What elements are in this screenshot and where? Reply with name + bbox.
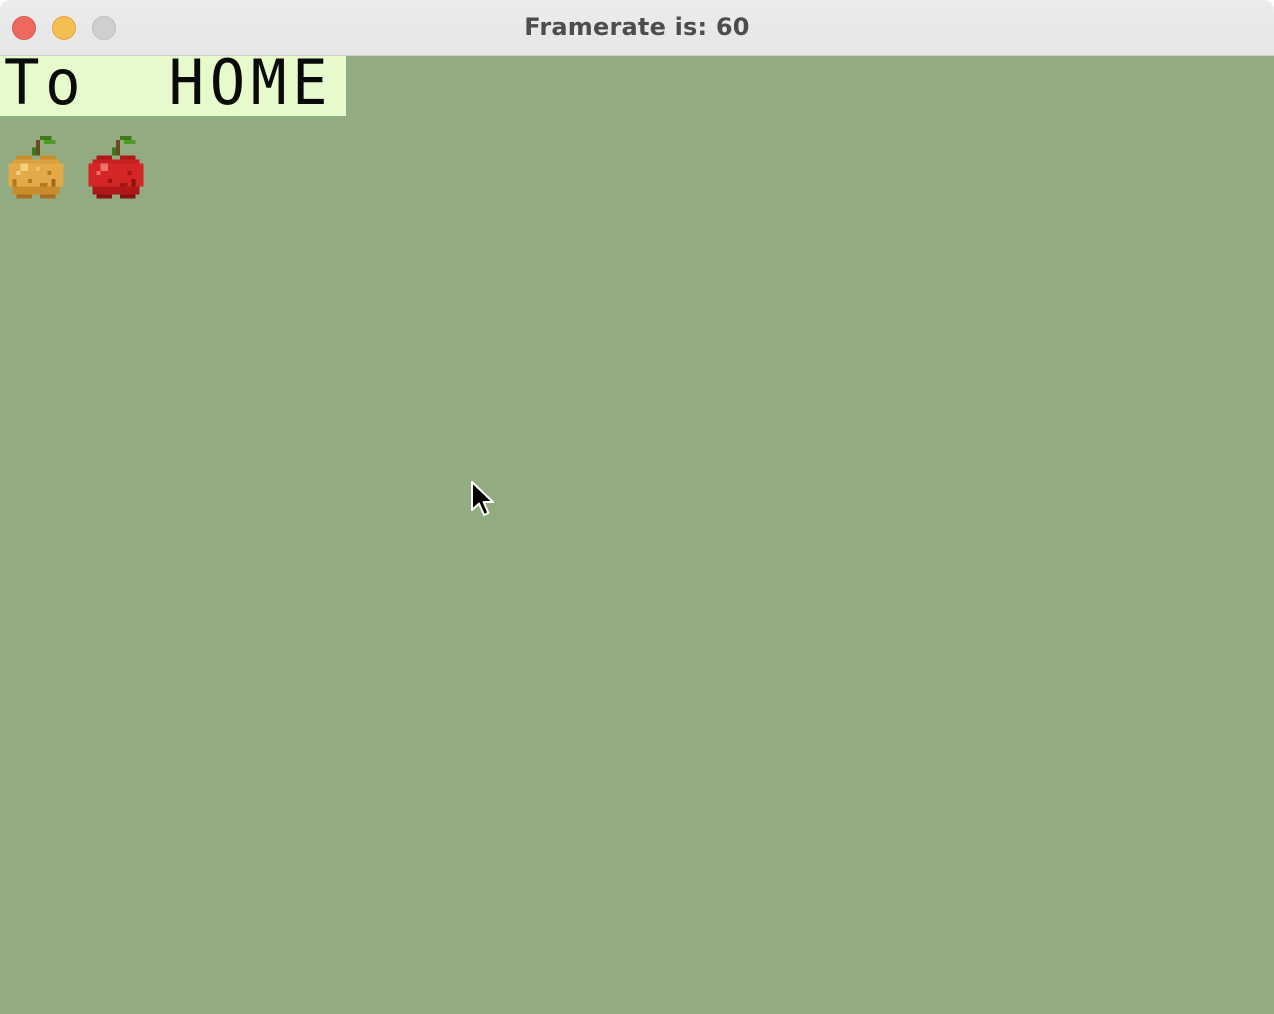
game-canvas[interactable]: To HOME <box>0 52 1274 1014</box>
red-apple-icon[interactable] <box>84 136 148 214</box>
to-home-label: To HOME <box>4 46 334 119</box>
golden-apple-icon[interactable] <box>4 136 68 214</box>
arrow-cursor-icon <box>470 480 498 520</box>
game-window: Framerate is: 60 To HOME <box>0 0 1274 1014</box>
window-title: Framerate is: 60 <box>524 13 750 41</box>
to-home-button[interactable]: To HOME <box>0 52 346 116</box>
